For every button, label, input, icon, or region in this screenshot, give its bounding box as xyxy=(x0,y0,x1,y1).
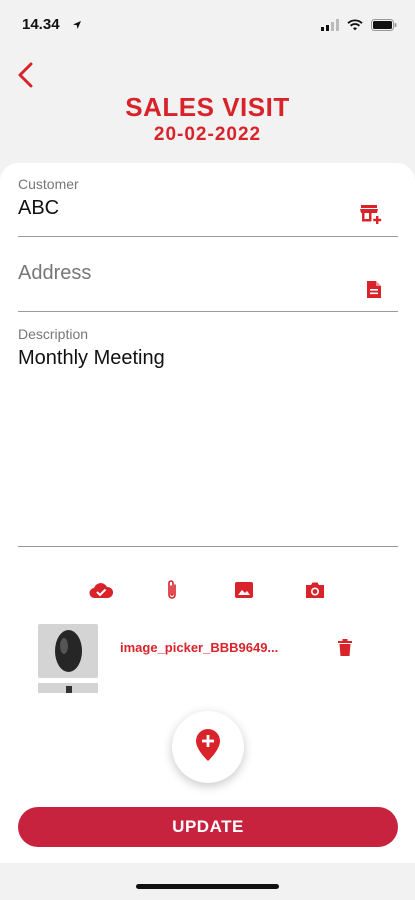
customer-value[interactable]: ABC xyxy=(18,197,398,220)
home-indicator xyxy=(136,884,279,889)
attachment-thumbnail[interactable] xyxy=(38,624,98,678)
image-icon[interactable] xyxy=(231,578,257,602)
update-button[interactable]: UPDATE xyxy=(18,807,398,847)
attachment-item[interactable]: image_picker_BBB9649... xyxy=(38,620,368,682)
attachment-thumbnail[interactable] xyxy=(38,683,98,693)
customer-label: Customer xyxy=(18,176,79,192)
camera-icon[interactable] xyxy=(302,578,328,602)
status-bar: 14.34 xyxy=(0,0,415,50)
document-icon[interactable] xyxy=(366,280,382,304)
signal-icon xyxy=(321,18,339,36)
status-icons xyxy=(321,18,397,36)
description-label: Description xyxy=(18,326,89,342)
address-field[interactable]: Address xyxy=(18,262,398,312)
customer-field[interactable]: Customer ABC xyxy=(18,176,398,237)
attachment-filename[interactable]: image_picker_BBB9649... xyxy=(120,640,278,655)
page-title: SALES VISIT xyxy=(125,92,290,122)
location-arrow-icon xyxy=(72,17,82,35)
attachment-toolbar xyxy=(88,578,328,602)
description-value[interactable]: Monthly Meeting xyxy=(18,347,398,370)
description-field[interactable]: Description Monthly Meeting xyxy=(18,326,398,547)
address-placeholder[interactable]: Address xyxy=(18,262,398,285)
paperclip-icon[interactable] xyxy=(159,578,185,602)
back-button[interactable] xyxy=(10,60,40,94)
status-time: 14.34 xyxy=(22,16,60,33)
add-location-icon xyxy=(195,728,221,767)
add-location-button[interactable] xyxy=(172,711,244,783)
battery-icon xyxy=(371,18,397,36)
chevron-left-icon xyxy=(17,62,33,93)
wifi-icon xyxy=(347,18,363,36)
attachment-list: image_picker_BBB9649... xyxy=(38,620,368,693)
trash-icon[interactable] xyxy=(338,639,352,662)
visit-date: 20-02-2022 xyxy=(153,124,262,145)
cloud-done-icon[interactable] xyxy=(88,578,114,602)
store-add-icon[interactable] xyxy=(360,204,382,229)
